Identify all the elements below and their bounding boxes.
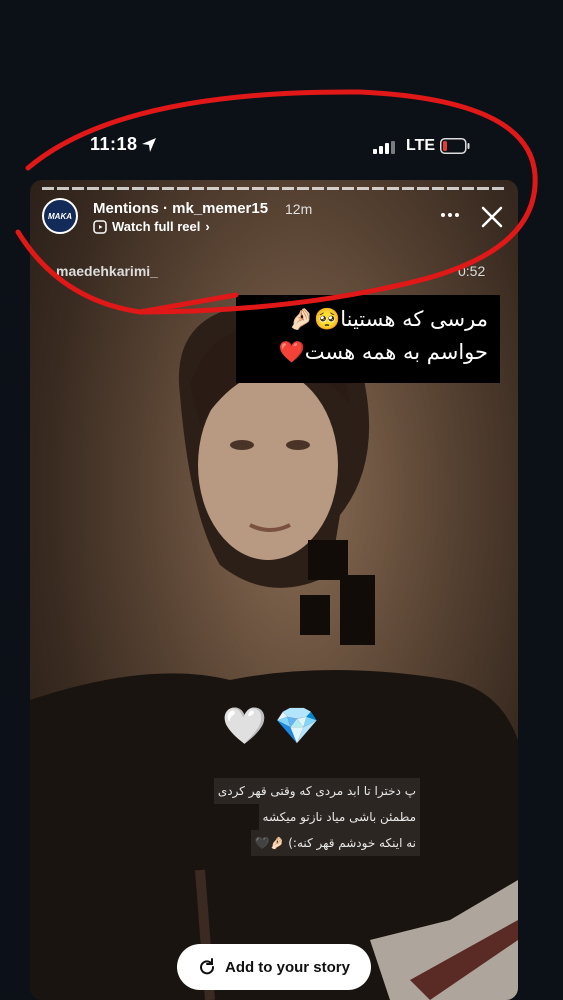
story-title[interactable]: Mentions · mk_memer15 [93, 200, 268, 217]
status-time: 11:18 [90, 134, 138, 154]
location-arrow-icon [142, 138, 156, 152]
watch-full-reel-label: Watch full reel [112, 219, 201, 234]
add-to-story-label: Add to your story [224, 958, 350, 976]
reel-duration: 0:52 [458, 263, 486, 279]
story-progress-bar [42, 187, 506, 190]
reel-icon [93, 219, 107, 234]
avatar[interactable]: MAKA [42, 198, 78, 234]
caption-sticker: مرسی که هستینا🥺🤌🏻 حواسم به همه هست❤️ [236, 295, 500, 383]
refresh-icon [200, 958, 214, 975]
network-type: LTE [406, 137, 436, 154]
overlay-line-3: نه اینکه خودشم قهر کنه:) 🤌🏻🖤 [250, 830, 420, 856]
emoji-row: 🤍 💎 [222, 705, 320, 747]
cellular-signal-icon [373, 141, 395, 154]
overlay-line-1: پ دخترا تا ابد مردی که وقتی قهر کردی [213, 778, 420, 804]
caption-line-2: حواسم به همه هست❤️ [278, 340, 488, 364]
battery-icon [440, 138, 470, 154]
add-to-story-button[interactable]: Add to your story [177, 944, 371, 990]
close-icon[interactable] [480, 205, 504, 229]
emoji-white-heart: 🤍 [222, 705, 267, 746]
emoji-gem: 💎 [274, 705, 320, 746]
reel-overlay-text: پ دخترا تا ابد مردی که وقتی قهر کردی مطم… [130, 778, 420, 856]
chevron-right-icon: › [205, 219, 210, 234]
overlay-line-2: مطمئن باشی میاد نازتو میکشه [258, 804, 420, 830]
status-bar: 11:18 LTE [0, 0, 563, 154]
more-options-icon[interactable] [435, 205, 465, 225]
story-age: 12m [285, 201, 313, 217]
reel-username: maedehkarimi_ [56, 263, 158, 279]
watch-full-reel-link[interactable]: Watch full reel › [93, 219, 210, 234]
caption-line-1: مرسی که هستینا🥺🤌🏻 [287, 307, 488, 331]
